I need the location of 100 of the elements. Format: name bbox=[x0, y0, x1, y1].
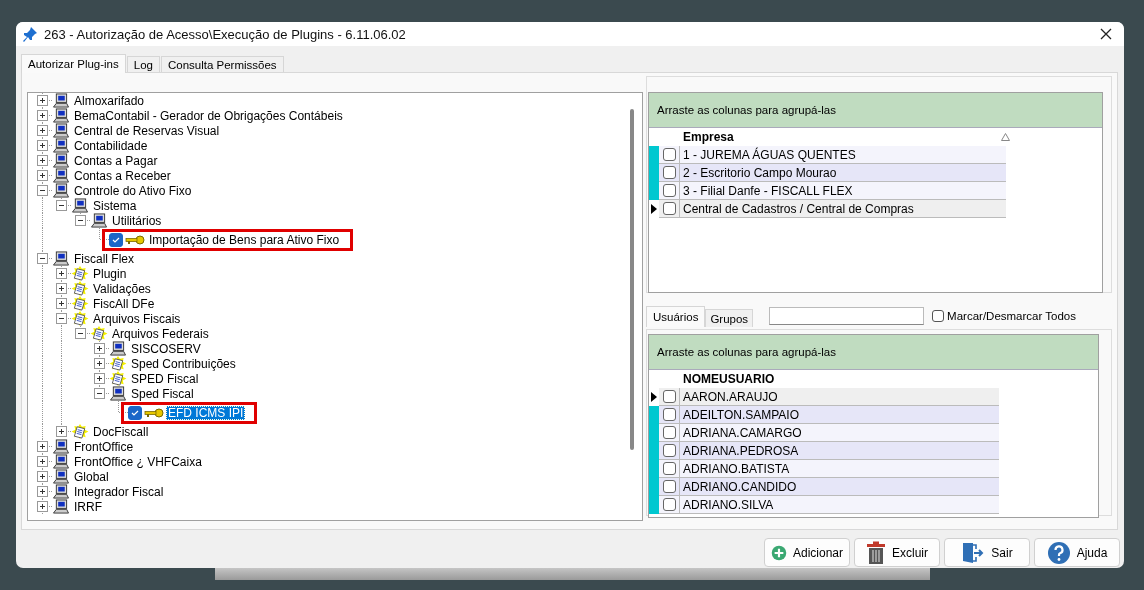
expander-icon[interactable] bbox=[94, 388, 105, 399]
tree-item[interactable]: IRRF bbox=[72, 499, 104, 514]
key-icon bbox=[125, 234, 145, 245]
checkbox[interactable] bbox=[128, 405, 142, 420]
row-indicator[interactable] bbox=[649, 199, 659, 218]
search-field[interactable] bbox=[769, 307, 925, 325]
checkbox[interactable] bbox=[662, 426, 676, 439]
checkbox[interactable] bbox=[662, 498, 676, 511]
computer-icon bbox=[52, 439, 70, 454]
computer-icon bbox=[52, 168, 70, 183]
expander-icon[interactable] bbox=[56, 268, 67, 279]
checkbox[interactable] bbox=[662, 390, 676, 403]
expander-icon[interactable] bbox=[37, 140, 48, 151]
expander-icon[interactable] bbox=[56, 426, 67, 437]
tree-item[interactable]: Central de Reservas Visual bbox=[72, 123, 222, 138]
tree-item[interactable]: Almoxarifado bbox=[72, 93, 147, 108]
checkbox[interactable] bbox=[109, 232, 123, 247]
delete-button[interactable]: Excluir bbox=[854, 538, 940, 567]
expander-icon[interactable] bbox=[37, 185, 48, 196]
tree-item[interactable]: Validações bbox=[91, 281, 153, 296]
expander-icon[interactable] bbox=[37, 486, 48, 497]
expander-icon[interactable] bbox=[37, 170, 48, 181]
tree-item[interactable]: DocFiscall bbox=[91, 424, 151, 439]
tab[interactable]: Grupos bbox=[705, 309, 754, 327]
checkbox[interactable] bbox=[932, 310, 945, 322]
tree-item[interactable]: Integrador Fiscal bbox=[72, 484, 166, 499]
table-cell-text: ADRIANO.CANDIDO bbox=[682, 479, 797, 494]
document-icon bbox=[71, 311, 89, 326]
checkbox[interactable] bbox=[662, 184, 676, 197]
expander-icon[interactable] bbox=[37, 471, 48, 482]
expander-icon[interactable] bbox=[37, 441, 48, 452]
tree-item[interactable]: Fiscall Flex bbox=[72, 251, 136, 266]
tree-item[interactable]: Arquivos Fiscais bbox=[91, 311, 183, 326]
tree-item[interactable]: Utilitários bbox=[110, 213, 164, 228]
computer-icon bbox=[52, 108, 70, 123]
expander-icon[interactable] bbox=[37, 110, 48, 121]
tree-item[interactable]: SISCOSERV bbox=[129, 341, 203, 356]
tree-item[interactable]: Sistema bbox=[91, 198, 139, 213]
tree-item[interactable]: Sped Contribuições bbox=[129, 356, 238, 371]
document-icon bbox=[109, 356, 127, 371]
checkbox[interactable] bbox=[662, 148, 676, 161]
row-indicator[interactable] bbox=[649, 387, 659, 406]
tree-item[interactable]: Plugin bbox=[91, 266, 129, 281]
document-icon bbox=[71, 424, 89, 439]
exit-button[interactable]: Sair bbox=[944, 538, 1030, 567]
table-cell-text: AARON.ARAUJO bbox=[682, 389, 778, 404]
checkbox[interactable] bbox=[662, 202, 676, 215]
close-icon[interactable] bbox=[1100, 28, 1112, 40]
help-button[interactable]: Ajuda bbox=[1034, 538, 1120, 567]
tab[interactable]: Usuários bbox=[646, 306, 706, 327]
tree-item[interactable]: FiscAll DFe bbox=[91, 296, 157, 311]
tree-item[interactable]: Global bbox=[72, 469, 111, 484]
computer-icon bbox=[109, 341, 127, 356]
expander-icon[interactable] bbox=[94, 343, 105, 354]
expander-icon[interactable] bbox=[56, 200, 67, 211]
tree-item[interactable]: FrontOffice ¿ VHFCaixa bbox=[72, 454, 204, 469]
expander-icon[interactable] bbox=[75, 328, 86, 339]
expander-icon[interactable] bbox=[37, 95, 48, 106]
checkbox[interactable] bbox=[662, 408, 676, 421]
tree-item[interactable]: Contabilidade bbox=[72, 138, 150, 153]
expander-icon[interactable] bbox=[56, 313, 67, 324]
expander-icon[interactable] bbox=[94, 358, 105, 369]
group-hint: Arraste as colunas para agrupá-las bbox=[657, 346, 836, 358]
expander-icon[interactable] bbox=[37, 155, 48, 166]
checkbox[interactable] bbox=[662, 480, 676, 493]
expander-icon[interactable] bbox=[37, 501, 48, 512]
computer-icon bbox=[71, 198, 89, 213]
expander-icon[interactable] bbox=[75, 215, 86, 226]
checkbox[interactable] bbox=[662, 462, 676, 475]
table-cell-text: ADRIANO.BATISTA bbox=[682, 461, 790, 476]
tree-item[interactable]: Importação de Bens para Ativo Fixo bbox=[147, 232, 342, 247]
computer-icon bbox=[52, 454, 70, 469]
expander-icon[interactable] bbox=[56, 283, 67, 294]
expander-icon[interactable] bbox=[37, 253, 48, 264]
tree-item[interactable]: Controle do Ativo Fixo bbox=[72, 183, 194, 198]
column-header[interactable]: Empresa bbox=[680, 130, 1001, 144]
tree-item[interactable]: EFD ICMS IPI bbox=[166, 405, 246, 420]
tab[interactable]: Autorizar Plug-ins bbox=[21, 54, 126, 73]
tree-item[interactable]: Contas a Pagar bbox=[72, 153, 160, 168]
expander-icon[interactable] bbox=[37, 125, 48, 136]
document-icon bbox=[90, 326, 108, 341]
expander-icon[interactable] bbox=[37, 456, 48, 467]
tree-item[interactable]: Arquivos Federais bbox=[110, 326, 211, 341]
tab[interactable]: Consulta Permissões bbox=[160, 56, 284, 72]
tree-item[interactable]: BemaContabil - Gerador de Obrigações Contábeis bbox=[72, 108, 345, 123]
tree-item[interactable]: Sped Fiscal bbox=[129, 386, 196, 401]
table-cell-text: ADRIANA.PEDROSA bbox=[682, 443, 799, 458]
computer-icon bbox=[52, 138, 70, 153]
expander-icon[interactable] bbox=[56, 298, 67, 309]
checkbox-label[interactable]: Marcar/Desmarcar Todos bbox=[947, 310, 1076, 322]
tab[interactable]: Log bbox=[126, 56, 160, 72]
expander-icon[interactable] bbox=[94, 373, 105, 384]
add-button[interactable]: Adicionar bbox=[764, 538, 850, 567]
tree-item[interactable]: SPED Fiscal bbox=[129, 371, 201, 386]
column-header[interactable]: NOMEUSUARIO bbox=[680, 372, 1001, 386]
tree-item[interactable]: Contas a Receber bbox=[72, 168, 173, 183]
computer-icon bbox=[52, 183, 70, 198]
checkbox[interactable] bbox=[662, 444, 676, 457]
tree-item[interactable]: FrontOffice bbox=[72, 439, 136, 454]
checkbox[interactable] bbox=[662, 166, 676, 179]
